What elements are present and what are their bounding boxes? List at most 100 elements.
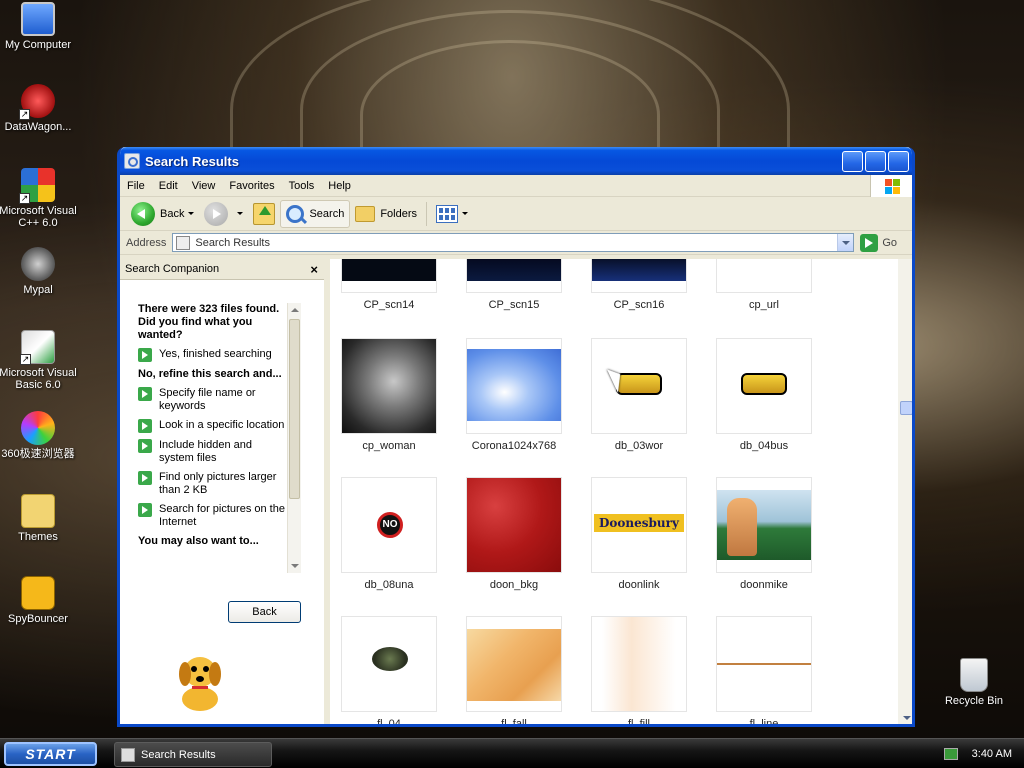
file-item[interactable]: doonmike: [716, 477, 812, 591]
address-dropdown-button[interactable]: [837, 234, 854, 251]
file-name: CP_scn16: [613, 299, 665, 311]
file-item[interactable]: CP_scn16: [591, 259, 687, 311]
file-list-scrollbar[interactable]: [898, 259, 912, 724]
option-label: Include hidden and system files: [159, 439, 252, 464]
green-arrow-icon: [138, 471, 152, 485]
file-item[interactable]: CP_scn15: [466, 259, 562, 311]
file-item[interactable]: Doonesbury doonlink: [591, 477, 687, 591]
windows-logo-icon: [870, 175, 912, 197]
green-arrow-icon: [138, 439, 152, 453]
search-internet-pictures-link[interactable]: Search for pictures on the Internet: [138, 503, 285, 529]
search-companion-body: There were 323 files found. Did you find…: [138, 303, 285, 571]
menu-file[interactable]: File: [120, 180, 152, 192]
folders-button[interactable]: Folders: [350, 200, 422, 228]
menu-view[interactable]: View: [185, 180, 223, 192]
green-arrow-icon: [138, 503, 152, 517]
green-arrow-icon: [138, 387, 152, 401]
desktop-icon-label: DataWagon...: [4, 121, 72, 133]
menu-favorites[interactable]: Favorites: [222, 180, 281, 192]
go-arrow-icon: [860, 233, 879, 252]
file-item[interactable]: fl_fill: [591, 616, 687, 724]
file-name: db_04bus: [739, 440, 789, 452]
file-item[interactable]: cp_woman: [341, 338, 437, 452]
companion-back-button[interactable]: Back: [228, 601, 301, 623]
desktop-icon-datawagon[interactable]: ↗ DataWagon...: [0, 84, 78, 133]
file-name: cp_url: [749, 299, 779, 311]
forward-button[interactable]: [199, 200, 248, 228]
menu-help[interactable]: Help: [321, 180, 358, 192]
file-item[interactable]: fl_fall: [466, 616, 562, 724]
file-item[interactable]: NO db_08una: [341, 477, 437, 591]
maximize-button[interactable]: [865, 150, 886, 172]
thumbnail: [341, 259, 437, 293]
desktop-icon-themes[interactable]: Themes: [0, 494, 78, 543]
file-item[interactable]: db_04bus: [716, 338, 812, 452]
refine-heading: No, refine this search and...: [138, 368, 282, 380]
file-item[interactable]: db_03wor: [591, 338, 687, 452]
visual-cpp-icon: ↗: [19, 168, 55, 204]
larger-pictures-link[interactable]: Find only pictures larger than 2 KB: [138, 471, 285, 497]
file-name: db_03wor: [614, 440, 664, 452]
desktop-icon-recycle-bin[interactable]: Recycle Bin: [934, 658, 1014, 707]
title-bar[interactable]: Search Results: [120, 147, 912, 175]
recycle-bin-icon: [960, 658, 988, 692]
scroll-thumb[interactable]: [900, 401, 912, 415]
menu-edit[interactable]: Edit: [152, 180, 185, 192]
scroll-down-arrow-icon[interactable]: [291, 564, 299, 568]
clock[interactable]: 3:40 AM: [972, 748, 1012, 760]
search-icon: [286, 204, 305, 223]
search-companion-pane: Search Companion × There were 323 files …: [120, 259, 324, 724]
go-button[interactable]: Go: [860, 233, 897, 252]
option-label: Find only pictures larger than 2 KB: [159, 471, 277, 496]
desktop-icon-visual-basic[interactable]: ↗ Microsoft Visual Basic 6.0: [0, 330, 78, 391]
specify-file-name-link[interactable]: Specify file name or keywords: [138, 387, 285, 413]
search-button[interactable]: Search: [280, 199, 351, 228]
desktop-icon-label: Microsoft Visual Basic 6.0: [0, 367, 77, 391]
search-companion-title: Search Companion: [125, 263, 220, 275]
datawagon-icon: ↗: [19, 84, 55, 120]
menu-tools[interactable]: Tools: [282, 180, 322, 192]
file-item[interactable]: Corona1024x768: [466, 338, 562, 452]
chevron-down-icon: [237, 212, 244, 215]
file-item[interactable]: fl_04: [341, 616, 437, 724]
start-button[interactable]: START: [4, 742, 97, 766]
desktop-icon-my-computer[interactable]: My Computer: [0, 2, 78, 51]
file-name: doon_bkg: [489, 579, 539, 591]
forward-arrow-icon: [204, 201, 229, 226]
back-button[interactable]: Back: [126, 200, 199, 228]
thumbnail: [466, 477, 562, 573]
views-button[interactable]: [431, 200, 473, 228]
close-button[interactable]: [888, 150, 909, 172]
desktop-icon-visual-cpp[interactable]: ↗ Microsoft Visual C++ 6.0: [0, 168, 78, 229]
search-dog-icon[interactable]: [172, 644, 228, 714]
desktop-icon-label: Mypal: [23, 284, 53, 296]
window-title: Search Results: [145, 153, 239, 169]
back-arrow-icon: [131, 201, 155, 226]
scroll-thumb[interactable]: [289, 319, 300, 499]
file-item[interactable]: fl_line: [716, 616, 812, 724]
network-icon[interactable]: [943, 748, 958, 760]
up-folder-button[interactable]: [248, 200, 280, 228]
scroll-down-arrow-icon[interactable]: [903, 716, 911, 720]
thumbnail: [716, 338, 812, 434]
shortcut-arrow-icon: ↗: [19, 109, 30, 120]
look-in-location-link[interactable]: Look in a specific location: [138, 419, 285, 433]
finished-searching-link[interactable]: Yes, finished searching: [138, 348, 285, 362]
scroll-up-arrow-icon[interactable]: [291, 308, 299, 312]
taskbar-item-search-results[interactable]: Search Results: [114, 742, 272, 767]
green-arrow-icon: [138, 419, 152, 433]
close-icon[interactable]: ×: [310, 262, 318, 277]
file-name: db_08una: [364, 579, 414, 591]
option-label: Look in a specific location: [159, 419, 285, 431]
file-item[interactable]: cp_url: [716, 259, 812, 311]
desktop-icon-360-browser[interactable]: 360极速浏览器: [0, 411, 78, 460]
minimize-button[interactable]: [842, 150, 863, 172]
address-field[interactable]: Search Results: [172, 233, 855, 252]
desktop-icon-mypal[interactable]: Mypal: [0, 247, 78, 296]
desktop-icon-spybouncer[interactable]: SpyBouncer: [0, 576, 78, 625]
companion-scrollbar[interactable]: [287, 303, 301, 573]
include-hidden-files-link[interactable]: Include hidden and system files: [138, 439, 285, 465]
file-item[interactable]: doon_bkg: [466, 477, 562, 591]
file-item[interactable]: CP_scn14: [341, 259, 437, 311]
no-badge-icon: NO: [377, 512, 403, 538]
